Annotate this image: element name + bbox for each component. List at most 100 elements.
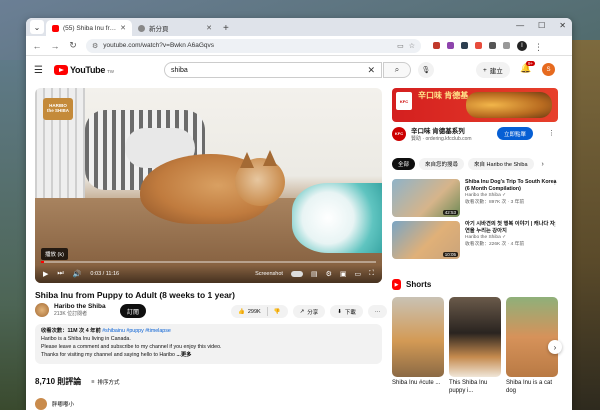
chip-from-channel[interactable]: 來自 Haribo the Shiba	[468, 158, 534, 170]
back-icon[interactable]: ←	[32, 41, 42, 51]
tab-search-icon[interactable]: ⌄	[30, 20, 44, 34]
close-tab-icon[interactable]: ✕	[206, 24, 212, 32]
youtube-favicon-icon	[52, 24, 59, 32]
ad-banner[interactable]: KFC 辛口味 肯德基	[392, 88, 558, 122]
description-box[interactable]: 收看次數：11M 次 4 年前 #shibainu #puppy #timela…	[35, 324, 382, 364]
ad-menu-icon[interactable]: ⋮	[548, 129, 555, 137]
short-item[interactable]: This Shiba Inu puppy i...	[449, 297, 501, 396]
search-button[interactable]: ⌕	[383, 62, 411, 78]
short-thumbnail[interactable]	[506, 297, 558, 377]
progress-bar[interactable]	[41, 261, 376, 263]
description-line: Thanks for visiting my channel and sayin…	[41, 351, 175, 358]
ad-cta-button[interactable]: 立即點單	[497, 127, 534, 140]
ad-info: KFC 辛口味 肯德基系列 贊助 · ordering.kfcclub.com	[392, 125, 472, 142]
more-actions-button[interactable]: ···	[367, 305, 388, 318]
profile-icon[interactable]: I	[517, 40, 527, 51]
video-thumbnail[interactable]: 42:53	[392, 179, 460, 217]
chevron-right-icon[interactable]: ›	[542, 161, 544, 168]
tab-youtube[interactable]: (55) Shiba Inu from Puppy to A ✕	[46, 20, 132, 36]
shorts-logo-icon: ▶	[392, 279, 401, 290]
puppy-ear	[263, 150, 277, 166]
youtube-logo[interactable]: YouTube TW	[54, 65, 114, 75]
close-tab-icon[interactable]: ✕	[120, 24, 126, 32]
share-button[interactable]: ↗ 分享	[292, 305, 326, 318]
download-icon: ⬇	[337, 308, 342, 315]
commenter-name[interactable]: 胖嘟嘟小	[52, 400, 74, 408]
omnibox[interactable]: ⚙ youtube.com/watch?v=Bwkn A6aGqvs ▭ ☆	[86, 38, 421, 53]
tab-new-page[interactable]: 新分頁 ✕	[132, 20, 218, 36]
ad-title[interactable]: 辛口味 肯德基系列	[411, 125, 472, 135]
advertiser-logo[interactable]: KFC	[392, 126, 406, 141]
autoplay-toggle[interactable]	[290, 271, 303, 277]
rec-menu-icon[interactable]: ⋮	[552, 179, 558, 187]
download-label: 下載	[344, 309, 356, 316]
ad-sponsor: 贊助 · ordering.kfcclub.com	[411, 136, 472, 142]
shorts-next-arrow-icon[interactable]: ›	[548, 340, 562, 354]
video-thumbnail[interactable]: 10:05	[392, 221, 460, 259]
share-icon: ↗	[299, 308, 305, 315]
subscribe-button[interactable]: 訂閱	[120, 304, 147, 318]
settings-gear-icon[interactable]: ⚙	[326, 270, 332, 278]
theater-mode-icon[interactable]: ▭	[354, 270, 361, 278]
close-window-icon[interactable]: ✕	[559, 21, 566, 30]
reload-icon[interactable]: ↻	[68, 40, 78, 51]
short-thumbnail[interactable]	[392, 297, 444, 377]
clear-search-icon[interactable]: ✕	[367, 65, 375, 76]
hamburger-menu-icon[interactable]: ☰	[34, 65, 48, 76]
subtitles-icon[interactable]: ▤	[311, 270, 318, 278]
browser-menu-icon[interactable]: ⋮	[534, 42, 543, 52]
minimize-icon[interactable]: —	[516, 21, 524, 30]
create-button[interactable]: + 建立	[476, 62, 510, 78]
play-icon[interactable]: ▶	[43, 270, 48, 278]
video-player[interactable]: HARIBO the SHIBA 播放 (k) ▶ ⏭ 🔊 0:03 / 11:…	[35, 88, 382, 283]
next-icon[interactable]: ⏭	[57, 270, 63, 278]
chip-all[interactable]: 全部	[392, 158, 416, 170]
commenter-avatar[interactable]	[35, 398, 47, 410]
sort-button[interactable]: ≡ 排序方式	[91, 378, 119, 386]
extension-icon[interactable]	[475, 42, 482, 49]
duration-badge: 42:53	[442, 210, 458, 215]
volume-icon[interactable]: 🔊	[73, 270, 82, 278]
thumbs-down-icon[interactable]: 👎	[274, 309, 281, 315]
show-more-link[interactable]: ...更多	[176, 352, 191, 358]
download-button[interactable]: ⬇ 下載	[330, 305, 363, 318]
extension-icon[interactable]	[433, 42, 440, 49]
logo-text: YouTube	[70, 65, 106, 75]
recommendation-item[interactable]: 10:05 아기 시바견의 첫 행복 이야기 | 캐나다 자연을 누리는 강아지…	[392, 221, 558, 259]
site-info-icon[interactable]: ⚙	[92, 42, 98, 50]
account-avatar[interactable]: S	[542, 63, 555, 76]
extensions-puzzle-icon[interactable]	[489, 42, 496, 49]
like-button[interactable]: 👍 299K 👎	[231, 305, 288, 318]
short-title[interactable]: Shiba Inu is a cat dog	[506, 380, 558, 396]
channel-name[interactable]: Haribo the Shiba	[54, 303, 106, 310]
screenshot-button[interactable]: Screenshot	[255, 271, 283, 277]
cast-icon[interactable]: ▭	[397, 42, 404, 50]
bookmark-star-icon[interactable]: ☆	[409, 42, 415, 50]
short-title[interactable]: This Shiba Inu puppy i...	[449, 380, 501, 396]
extension-icon[interactable]	[447, 42, 454, 49]
voice-search-icon[interactable]: 🎙	[418, 62, 434, 78]
short-thumbnail[interactable]	[449, 297, 501, 377]
channel-avatar[interactable]	[35, 303, 49, 317]
recommendation-item[interactable]: 42:53 Shiba Inu Dog's Trip To South Kore…	[392, 179, 558, 217]
rec-menu-icon[interactable]: ⋮	[552, 221, 558, 229]
new-tab-button[interactable]: +	[218, 23, 234, 34]
watermark-line: the SHIBA	[46, 108, 69, 113]
maximize-icon[interactable]: ☐	[538, 21, 545, 30]
rec-title[interactable]: 아기 시바견의 첫 행복 이야기 | 캐나다 자연을 누리는 강아지	[465, 221, 558, 235]
hashtags[interactable]: #shibainu #puppy #timelapse	[102, 328, 171, 334]
downloads-icon[interactable]	[503, 42, 510, 49]
rec-title[interactable]: Shiba Inu Dog's Trip To South Korea (6 M…	[465, 179, 558, 193]
channel-watermark[interactable]: HARIBO the SHIBA	[43, 98, 73, 120]
forward-icon[interactable]: →	[50, 41, 60, 51]
fullscreen-icon[interactable]: ⛶	[369, 270, 374, 278]
like-count: 299K	[247, 308, 261, 315]
create-label: 建立	[489, 68, 503, 75]
search-input[interactable]: shiba ✕	[164, 62, 382, 78]
short-title[interactable]: Shiba Inu #cute ...	[392, 380, 444, 388]
chip-from-search[interactable]: 來自您的搜尋	[419, 158, 465, 170]
miniplayer-icon[interactable]: ▣	[340, 270, 347, 278]
short-item[interactable]: Shiba Inu #cute ...	[392, 297, 444, 396]
shorts-label: Shorts	[406, 280, 432, 289]
extension-icon[interactable]	[461, 42, 468, 49]
